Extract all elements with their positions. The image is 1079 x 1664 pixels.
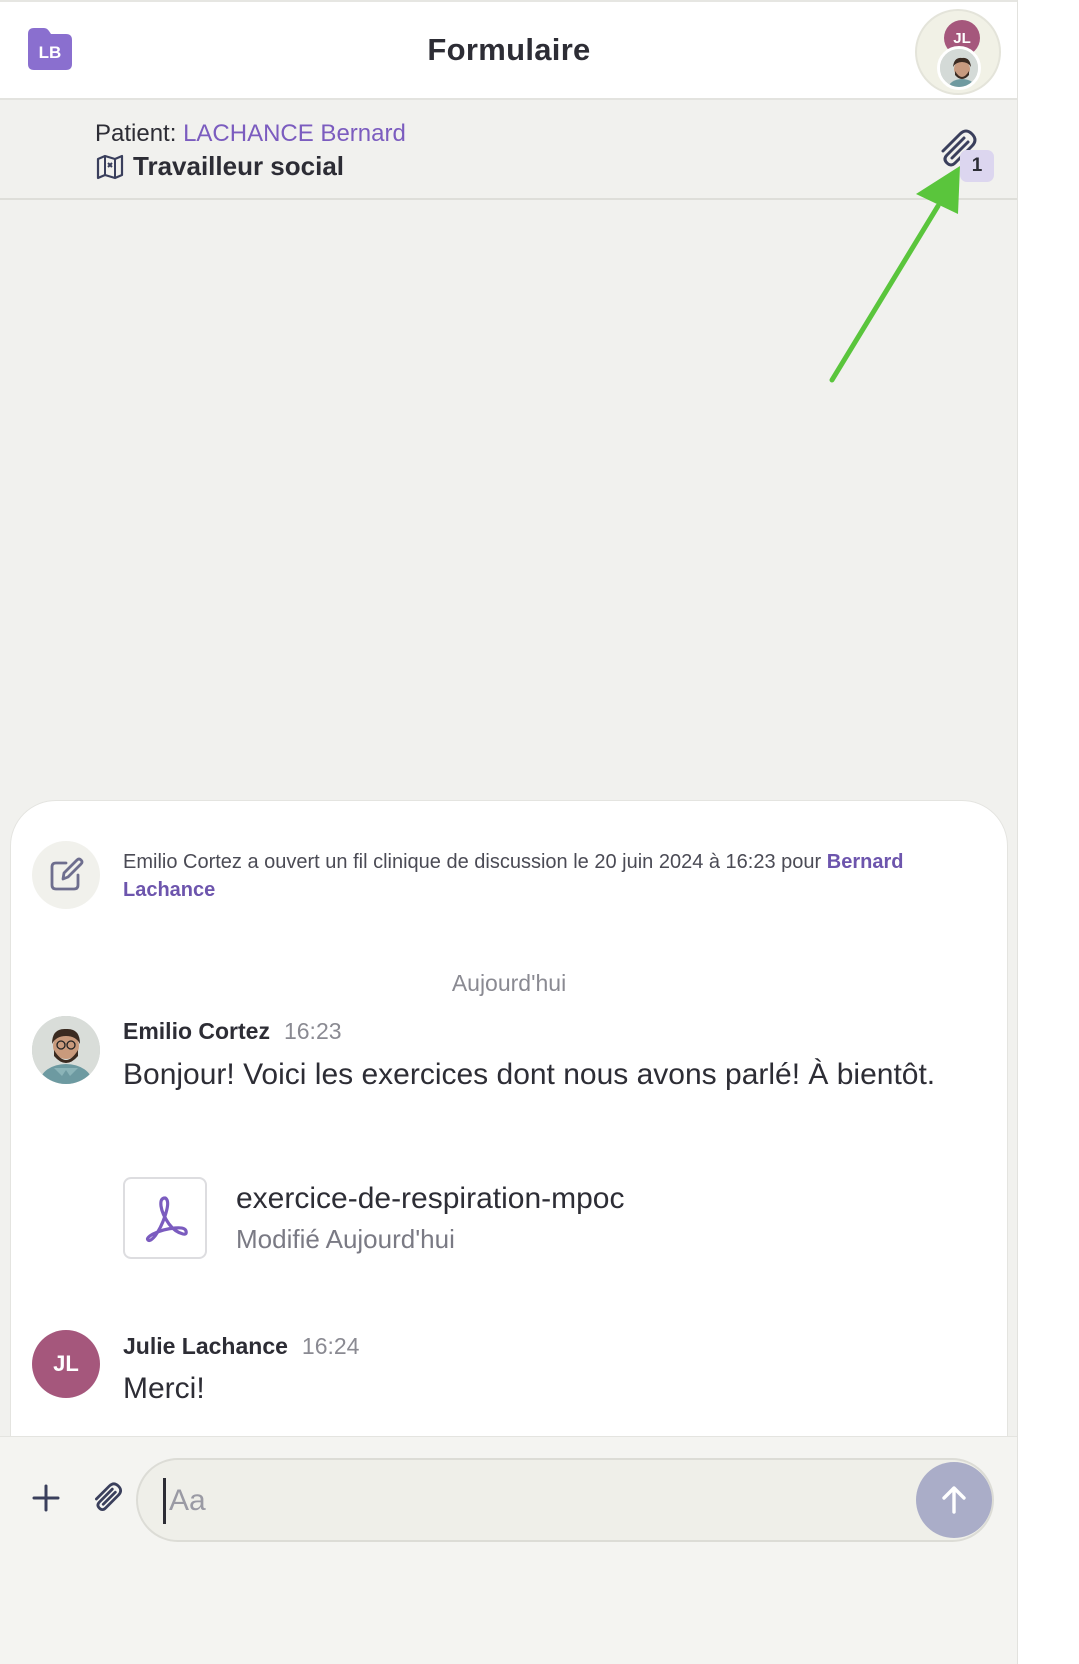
message-header: Julie Lachance 16:24 [123, 1333, 359, 1360]
avatar-emilio-cortez [937, 46, 981, 90]
send-button[interactable] [916, 1462, 992, 1538]
patient-context-bar [0, 100, 1017, 200]
message-input[interactable] [163, 1478, 883, 1524]
thread-opened-notice: Emilio Cortez a ouvert un fil clinique d… [123, 848, 993, 904]
pdf-attachment-thumbnail[interactable] [123, 1177, 207, 1259]
map-icon [95, 152, 125, 182]
team-role: Travailleur social [95, 151, 344, 182]
message-body: Bonjour! Voici les exercices dont nous a… [123, 1058, 936, 1091]
app-frame: Formulaire JL LB Patient: LACHANCE Berna… [0, 0, 1018, 1664]
avatar-julie-lachance: JL [32, 1330, 100, 1398]
avatar-emilio-cortez [32, 1016, 100, 1084]
paperclip-icon [94, 1482, 123, 1511]
attachment-file-name[interactable]: exercice-de-respiration-mpoc [236, 1182, 624, 1216]
pdf-icon [145, 1196, 188, 1243]
message-body: Merci! [123, 1372, 205, 1405]
page-title: Formulaire [427, 32, 591, 67]
plus-icon [32, 1484, 60, 1512]
message-author: Julie Lachance [123, 1333, 288, 1359]
edit-note-icon [32, 841, 100, 909]
attachment-file-meta: Modifié Aujourd'hui [236, 1224, 455, 1254]
patient-folder-icon: LB [26, 26, 74, 72]
team-role-label: Travailleur social [133, 151, 345, 181]
patient-initials: LB [38, 43, 62, 62]
thread-opened-text: Emilio Cortez a ouvert un fil clinique d… [123, 851, 827, 873]
add-button[interactable] [28, 1480, 64, 1516]
arrow-up-icon [942, 1486, 966, 1514]
header-bar: Formulaire JL [0, 0, 1017, 100]
patient-line: Patient: LACHANCE Bernard [95, 120, 406, 148]
attachments-count-badge: 1 [960, 150, 994, 182]
message-time: 16:23 [283, 1018, 342, 1044]
patient-name-link[interactable]: LACHANCE Bernard [183, 120, 406, 147]
message-input-container [136, 1458, 994, 1542]
date-separator: Aujourd'hui [451, 970, 567, 996]
message-time: 16:24 [301, 1333, 360, 1359]
patient-label: Patient: [95, 120, 177, 147]
message-author: Emilio Cortez [123, 1018, 270, 1044]
participants-avatar-stack[interactable]: JL [915, 9, 1001, 95]
message-header: Emilio Cortez 16:23 [123, 1018, 342, 1045]
attach-file-button[interactable] [88, 1480, 126, 1518]
